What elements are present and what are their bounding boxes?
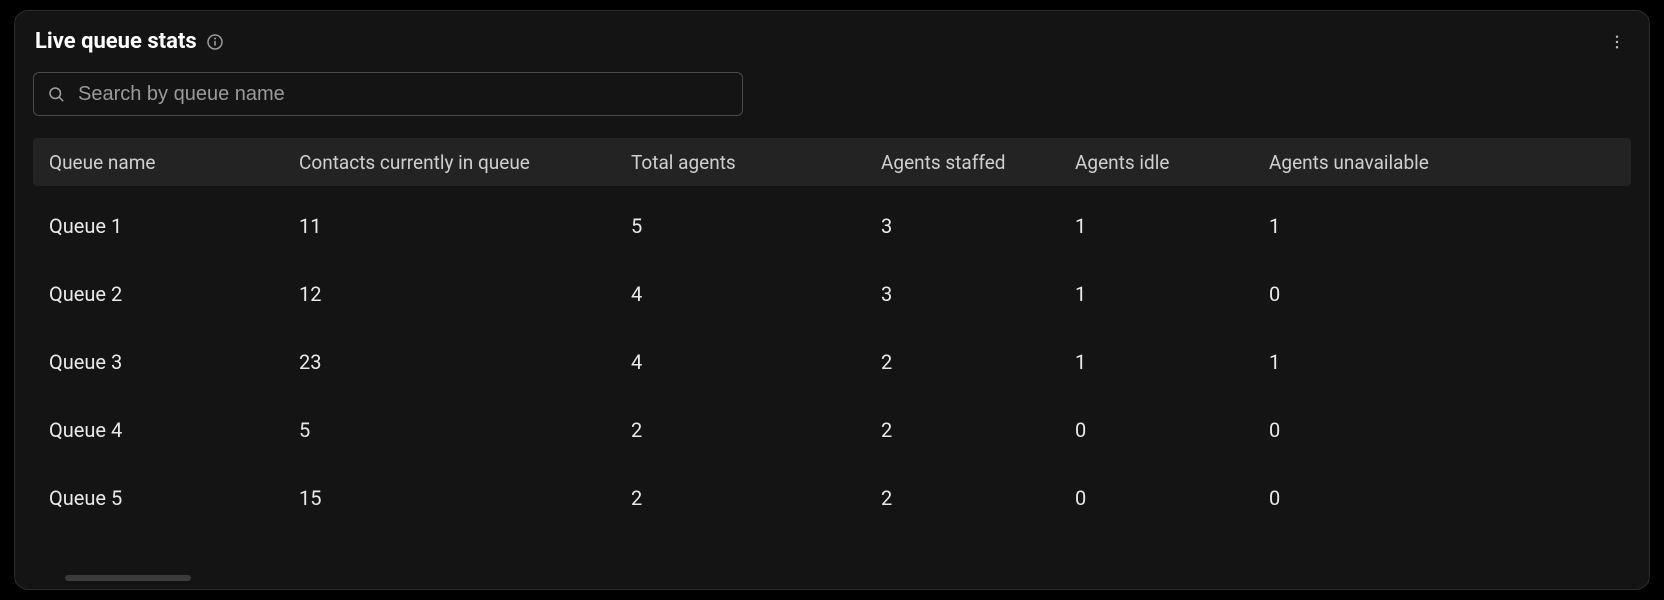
- table-row[interactable]: Queue 2 12 4 3 1 0: [33, 260, 1631, 328]
- table-header-row: Queue name Contacts currently in queue T…: [33, 138, 1631, 186]
- info-icon[interactable]: [207, 34, 223, 50]
- cell-idle: 0: [1075, 486, 1269, 510]
- cell-idle: 1: [1075, 282, 1269, 306]
- col-header-idle[interactable]: Agents idle: [1075, 151, 1269, 174]
- cell-idle: 0: [1075, 418, 1269, 442]
- table-row[interactable]: Queue 1 11 5 3 1 1: [33, 192, 1631, 260]
- cell-contacts: 23: [299, 350, 631, 374]
- more-options-button[interactable]: [1605, 30, 1629, 54]
- cell-idle: 1: [1075, 214, 1269, 238]
- cell-unavailable: 1: [1269, 350, 1469, 374]
- col-header-unavailable[interactable]: Agents unavailable: [1269, 151, 1469, 174]
- cell-queue-name: Queue 5: [49, 486, 299, 510]
- cell-staffed: 2: [881, 486, 1075, 510]
- table-row[interactable]: Queue 3 23 4 2 1 1: [33, 328, 1631, 396]
- cell-total: 4: [631, 350, 881, 374]
- cell-staffed: 2: [881, 350, 1075, 374]
- live-queue-stats-panel: Live queue stats Queue name Contacts cur…: [14, 10, 1650, 590]
- cell-staffed: 3: [881, 214, 1075, 238]
- col-header-queue-name[interactable]: Queue name: [49, 151, 299, 174]
- cell-queue-name: Queue 1: [49, 214, 299, 238]
- queue-table: Queue name Contacts currently in queue T…: [33, 138, 1631, 532]
- cell-unavailable: 0: [1269, 418, 1469, 442]
- search-wrap: [33, 72, 743, 116]
- table-row[interactable]: Queue 4 5 2 2 0 0: [33, 396, 1631, 464]
- cell-total: 5: [631, 214, 881, 238]
- cell-contacts: 15: [299, 486, 631, 510]
- cell-total: 2: [631, 486, 881, 510]
- cell-idle: 1: [1075, 350, 1269, 374]
- cell-contacts: 5: [299, 418, 631, 442]
- cell-queue-name: Queue 2: [49, 282, 299, 306]
- horizontal-scrollbar[interactable]: [65, 575, 191, 581]
- title-wrap: Live queue stats: [35, 29, 223, 54]
- cell-contacts: 12: [299, 282, 631, 306]
- cell-unavailable: 1: [1269, 214, 1469, 238]
- col-header-total[interactable]: Total agents: [631, 151, 881, 174]
- cell-queue-name: Queue 4: [49, 418, 299, 442]
- cell-total: 2: [631, 418, 881, 442]
- col-header-staffed[interactable]: Agents staffed: [881, 151, 1075, 174]
- cell-contacts: 11: [299, 214, 631, 238]
- search-input[interactable]: [33, 72, 743, 116]
- cell-unavailable: 0: [1269, 486, 1469, 510]
- panel-header: Live queue stats: [33, 29, 1631, 54]
- cell-staffed: 3: [881, 282, 1075, 306]
- cell-unavailable: 0: [1269, 282, 1469, 306]
- panel-title: Live queue stats: [35, 29, 197, 54]
- table-row[interactable]: Queue 5 15 2 2 0 0: [33, 464, 1631, 532]
- cell-staffed: 2: [881, 418, 1075, 442]
- col-header-contacts[interactable]: Contacts currently in queue: [299, 151, 631, 174]
- cell-queue-name: Queue 3: [49, 350, 299, 374]
- cell-total: 4: [631, 282, 881, 306]
